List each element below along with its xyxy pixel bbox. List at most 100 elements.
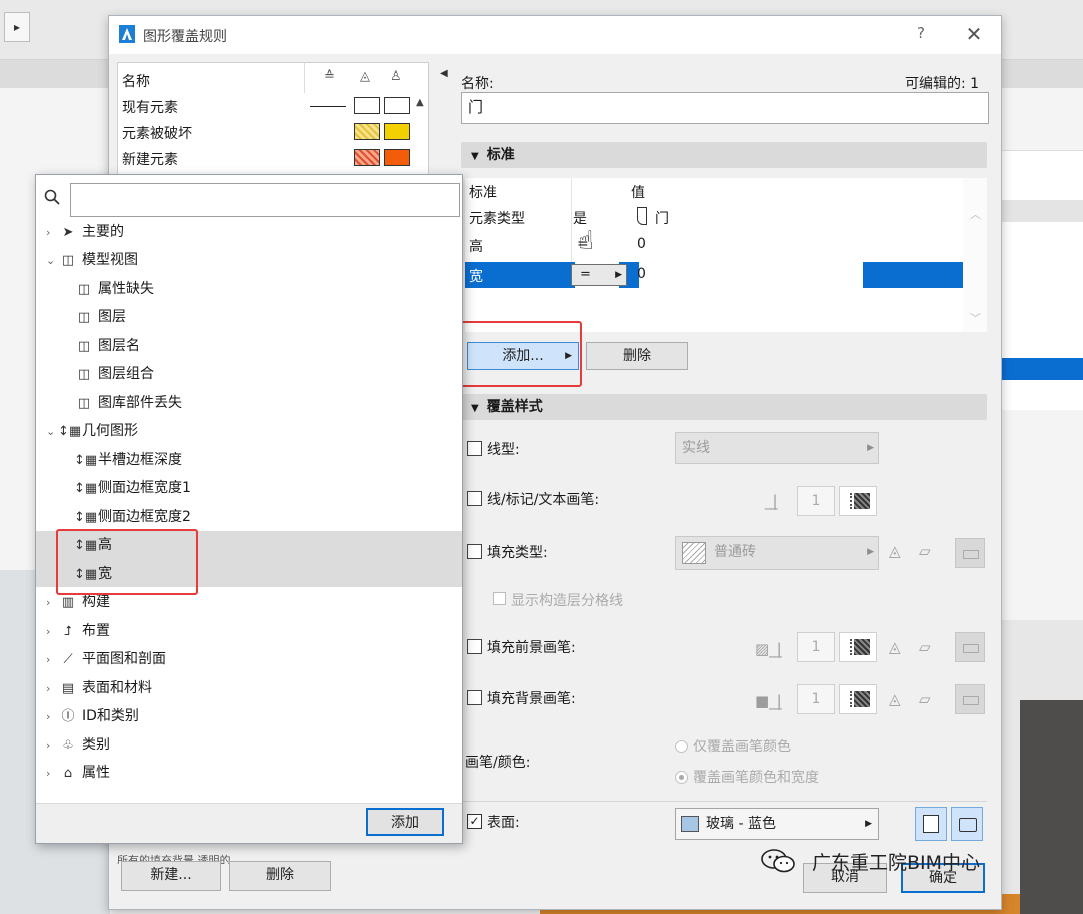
tree-item-geometry[interactable]: ⌄ ↕▦几何图形 (46, 417, 138, 445)
model-view-icon: ◫ (77, 367, 91, 382)
tree-item-label: 侧面边框宽度1 (98, 480, 191, 496)
tree-item-layer[interactable]: ◫ 图层 (74, 303, 126, 331)
fill-bg-checkbox[interactable] (467, 690, 482, 705)
paint-icon (959, 818, 977, 832)
value-cell[interactable]: 0 (637, 266, 646, 282)
criteria-cell[interactable]: 高 (469, 236, 483, 256)
tree-item-plan-section[interactable]: › ⟋ 平面图和剖面 (46, 645, 166, 673)
eraser-icon: ▱ (919, 542, 931, 560)
criteria-cell[interactable]: 元素类型 (469, 208, 525, 228)
popup-add-button[interactable]: 添加 (366, 808, 444, 836)
fill-bg-color-swatch[interactable] (839, 684, 877, 714)
background-nav-button[interactable]: ▸ (4, 12, 30, 42)
background-right-selection (1000, 358, 1083, 380)
rule-name[interactable]: 元素被破坏 (122, 123, 192, 143)
tree-item-side-frame-width-2[interactable]: ↕▦侧面边框宽度2 (74, 503, 191, 531)
surface-material-button[interactable] (915, 807, 947, 841)
tree-item-library-part-missing[interactable]: ◫ 图库部件丢失 (74, 389, 182, 417)
fill-bg-options-button[interactable] (955, 684, 985, 714)
criteria-cell[interactable]: 宽 (469, 266, 483, 286)
pen-number-field[interactable]: 1 (797, 486, 835, 516)
surface-checkbox[interactable]: ✓ (467, 814, 482, 829)
operator-dropdown[interactable]: = ▶ (571, 264, 627, 286)
scroll-up-icon[interactable]: ▲ (416, 97, 424, 108)
scroll-up-icon[interactable]: ︿ (970, 206, 981, 222)
show-layer-lines-checkbox[interactable] (493, 592, 506, 605)
fill-bg-number-field[interactable]: 1 (797, 684, 835, 714)
tree-item-rebate-depth[interactable]: ↕▦半槽边框深度 (74, 446, 182, 474)
tree-item-properties[interactable]: › ⌂ 属性 (46, 759, 110, 787)
tree-item-surface-material[interactable]: › ▤ 表面和材料 (46, 674, 152, 702)
fill-fg-pen-icon: ▨_|̲ (755, 640, 782, 658)
tree-item-label: 平面图和剖面 (82, 651, 166, 667)
model-view-icon: ◫ (77, 396, 91, 411)
tree-item-label: 图层 (98, 309, 126, 325)
operator-cell[interactable]: 是 (573, 208, 587, 228)
criteria-table[interactable]: 标准 值 元素类型 是 门 高 = 0 宽 = ▶ 0 ︿ ﹀ (465, 178, 987, 332)
bg-swatch (384, 149, 410, 166)
watermark-text: 广东重工院BIM中心 (812, 852, 981, 874)
search-input[interactable] (70, 183, 460, 217)
fill-options-button[interactable] (955, 538, 985, 568)
chevron-right-icon: › (46, 767, 51, 780)
tree-item-label: 类别 (82, 737, 110, 753)
tree-item-model-view[interactable]: ⌄ ◫ 模型视图 (46, 246, 138, 274)
operator-value: = (580, 267, 591, 282)
tree-item-id-category[interactable]: › Ⓘ ID和类别 (46, 702, 139, 730)
fill-type-dropdown[interactable]: 普通砖 ▶ (675, 536, 879, 570)
collapse-arrow-icon[interactable]: ◀ (440, 68, 448, 79)
line-type-dropdown[interactable]: 实线 ▶ (675, 432, 879, 464)
value-cell[interactable]: 0 (637, 236, 646, 252)
fg-swatch (354, 149, 380, 166)
tree-item-classification[interactable]: › ♧ 类别 (46, 731, 110, 759)
pen-checkbox[interactable] (467, 491, 482, 506)
chevron-right-icon: › (46, 682, 51, 695)
chevron-down-icon: ⌄ (46, 254, 56, 267)
tree-item-property-missing[interactable]: ◫ 属性缺失 (74, 275, 154, 303)
radio-pen-color-only-label: 仅覆盖画笔颜色 (693, 739, 791, 755)
tree-item-layer-name[interactable]: ◫ 图层名 (74, 332, 140, 360)
fill-icon: ◬ (889, 542, 901, 560)
radio-pen-color-only[interactable] (675, 740, 688, 753)
eraser-icon: ▱ (919, 690, 931, 708)
rules-list-header-name: 名称 (122, 74, 150, 90)
close-button[interactable]: ✕ (959, 22, 989, 48)
override-section-title: 覆盖样式 (486, 399, 543, 415)
tree-item-side-frame-width-1[interactable]: ↕▦侧面边框宽度1 (74, 474, 191, 502)
scroll-down-icon[interactable]: ﹀ (970, 310, 981, 326)
surface-paint-button[interactable] (951, 807, 983, 841)
fill-type-value: 普通砖 (714, 544, 756, 560)
delete-criteria-button[interactable]: 删除 (586, 342, 688, 370)
tree-item-label: 构建 (82, 594, 110, 610)
surface-dropdown[interactable]: 玻璃 - 蓝色 ▶ (675, 808, 879, 840)
fill-fg-checkbox[interactable] (467, 639, 482, 654)
model-view-icon: ◫ (61, 253, 75, 268)
fill-type-checkbox[interactable] (467, 544, 482, 559)
tree-item-placement[interactable]: › ⮥ 布置 (46, 617, 110, 645)
id-icon: Ⓘ (61, 709, 75, 724)
tree-item-main[interactable]: › ➤ 主要的 (46, 218, 124, 246)
name-input[interactable]: 门 (461, 92, 989, 124)
surface-value: 玻璃 - 蓝色 (706, 816, 776, 832)
fill-fg-color-swatch[interactable] (839, 632, 877, 662)
override-section-header[interactable]: ▼ 覆盖样式 (461, 394, 987, 420)
geometry-icon: ↕▦ (74, 453, 98, 468)
delete-rule-button[interactable]: 删除 (229, 861, 331, 891)
pen-color-swatch[interactable] (839, 486, 877, 516)
rule-name[interactable]: 现有元素 (122, 97, 178, 117)
fill-fg-options-button[interactable] (955, 632, 985, 662)
geometry-icon: ↕▦ (58, 424, 82, 439)
fill-fg-number-field[interactable]: 1 (797, 632, 835, 662)
help-button[interactable]: ? (909, 24, 933, 46)
value-header: 值 (631, 185, 645, 201)
line-type-checkbox[interactable] (467, 441, 482, 456)
radio-pen-color-width[interactable] (675, 771, 688, 784)
rule-name[interactable]: 新建元素 (122, 149, 178, 169)
highlight-box (56, 529, 198, 595)
criteria-section-header[interactable]: ▼ 标准 (461, 142, 987, 168)
fg-swatch (354, 123, 380, 140)
tree-item-layer-combination[interactable]: ◫ 图层组合 (74, 360, 154, 388)
new-rule-button[interactable]: 新建... (121, 861, 221, 891)
criteria-scrollbar[interactable]: ︿ ﹀ (963, 178, 987, 332)
value-cell[interactable]: 门 (655, 208, 669, 228)
